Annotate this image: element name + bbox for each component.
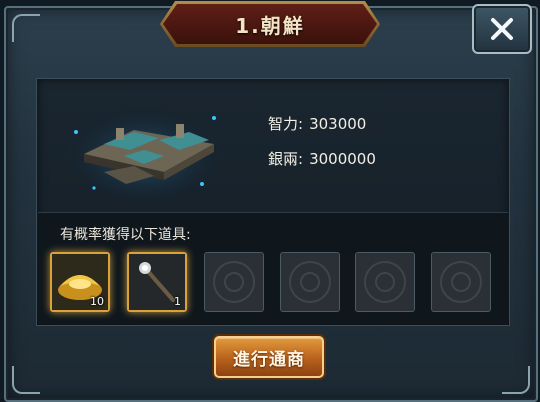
reward-slot-empty[interactable] <box>355 252 415 312</box>
item-quantity: 1 <box>174 295 181 308</box>
item-quantity: 10 <box>90 295 104 308</box>
close-icon <box>491 18 513 40</box>
close-button[interactable] <box>472 4 532 54</box>
reward-slot-gold-ingot[interactable]: 10 <box>50 252 110 312</box>
corner-ornament <box>12 14 40 42</box>
reward-slot-staff[interactable]: 1 <box>127 252 187 312</box>
corner-ornament <box>502 366 530 394</box>
fortress-icon <box>66 104 222 200</box>
empty-slot-emblem-icon <box>364 261 406 303</box>
reward-slot-empty[interactable] <box>204 252 264 312</box>
empty-slot-emblem-icon <box>289 261 331 303</box>
stat-value: 303000 <box>309 115 367 133</box>
corner-ornament <box>12 366 40 394</box>
title-plate: 1.朝鮮 <box>163 4 377 44</box>
stat-value: 3000000 <box>309 150 376 168</box>
rewards-title: 有概率獲得以下道具: <box>60 227 191 243</box>
reward-slot-empty[interactable] <box>280 252 340 312</box>
reward-slot-empty[interactable] <box>431 252 491 312</box>
dialog-title: 1.朝鮮 <box>235 13 305 38</box>
start-trade-button[interactable]: 進行通商 <box>214 336 324 378</box>
stat-label: 銀兩: <box>268 150 304 168</box>
silver-stat: 銀兩: 3000000 <box>268 148 376 169</box>
intelligence-stat: 智力: 303000 <box>268 113 366 134</box>
stat-label: 智力: <box>268 115 304 133</box>
empty-slot-emblem-icon <box>440 261 482 303</box>
empty-slot-emblem-icon <box>213 261 255 303</box>
